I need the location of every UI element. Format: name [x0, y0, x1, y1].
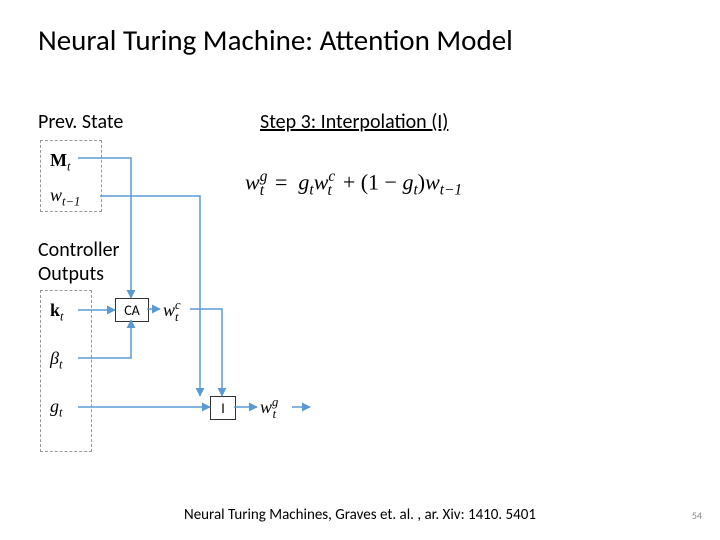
prev-state-label: Prev. State — [38, 110, 123, 134]
citation-text: Neural Turing Machines, Graves et. al. ,… — [0, 506, 720, 524]
sym-Mt: Mt — [50, 150, 71, 175]
ca-box: CA — [115, 298, 149, 322]
controller-outputs-label: Controller Outputs — [38, 238, 120, 286]
sym-w-t-minus-1: wt−1 — [50, 185, 80, 210]
sym-gt: gt — [50, 396, 63, 421]
page-title: Neural Turing Machine: Attention Model — [38, 22, 513, 58]
i-box: I — [210, 396, 236, 420]
controller-outputs-box — [40, 290, 92, 452]
step-title: Step 3: Interpolation (I) — [260, 110, 448, 134]
sym-wtc: wct — [163, 298, 178, 325]
sym-wtg: wgt — [260, 395, 276, 422]
sym-beta-t: βt — [50, 348, 62, 373]
interpolation-equation: wgt = gtwct + (1 − gt)wt−1 — [245, 168, 462, 200]
page-number: 54 — [692, 509, 702, 522]
sym-kt: kt — [50, 300, 64, 325]
